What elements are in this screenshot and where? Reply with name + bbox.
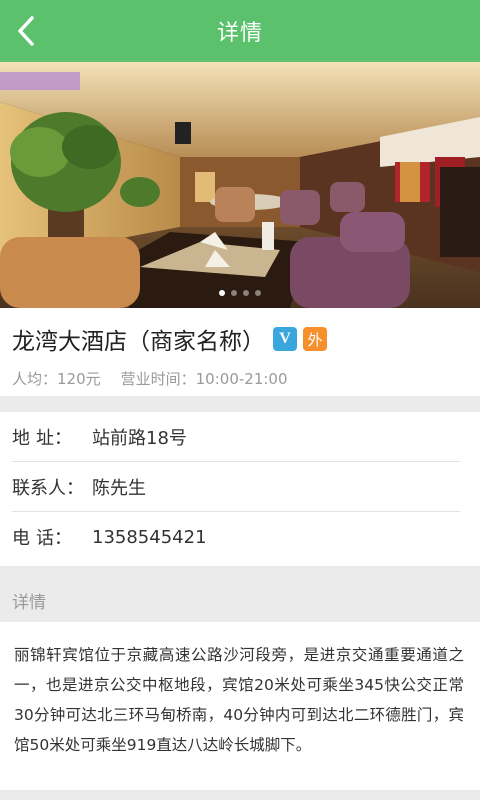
- restaurant-photo: [0, 62, 480, 308]
- shop-name-row: 龙湾大酒店（商家名称） V 外: [12, 322, 468, 356]
- address-label: 地址：: [12, 427, 72, 449]
- bottom-divider: [0, 790, 480, 800]
- carousel-dot[interactable]: [219, 290, 225, 296]
- carousel-dot[interactable]: [243, 290, 249, 296]
- takeout-badge: 外: [303, 327, 327, 351]
- phone-label: 电话：: [12, 528, 72, 549]
- carousel-dot[interactable]: [231, 290, 237, 296]
- app-header: 详情: [0, 0, 480, 62]
- shop-info-list: 地址： 站前路18号 联系人： 陈先生 电话： 1358545421: [0, 412, 480, 566]
- address-value: 站前路18号: [92, 427, 187, 449]
- carousel-indicator: [0, 290, 480, 296]
- page-title: 详情: [216, 21, 263, 46]
- chevron-left-icon: [18, 16, 34, 46]
- shop-summary: 龙湾大酒店（商家名称） V 外 人均：120元 营业时间：10:00-21:00: [0, 308, 480, 396]
- business-hours: 营业时间：10:00-21:00: [120, 370, 288, 388]
- shop-meta: 人均：120元 营业时间：10:00-21:00: [12, 368, 468, 389]
- average-price: 人均：120元: [12, 370, 101, 388]
- address-row[interactable]: 地址： 站前路18号: [12, 412, 460, 462]
- contact-label: 联系人：: [12, 477, 84, 499]
- contact-value: 陈先生: [92, 477, 146, 499]
- shop-name: 龙湾大酒店（商家名称）: [12, 329, 265, 355]
- phone-value[interactable]: 1358545421: [92, 527, 207, 548]
- verified-badge: V: [273, 327, 297, 351]
- contact-row: 联系人： 陈先生: [12, 462, 460, 512]
- restaurant-photo-carousel[interactable]: [0, 62, 480, 308]
- carousel-dot[interactable]: [255, 290, 261, 296]
- details-description: 丽锦轩宾馆位于京藏高速公路沙河段旁，是进京交通重要通道之一，也是进京公交中枢地段…: [0, 622, 480, 790]
- back-button[interactable]: [0, 0, 52, 62]
- phone-row[interactable]: 电话： 1358545421: [12, 512, 460, 562]
- details-section-title: 详情: [0, 578, 480, 622]
